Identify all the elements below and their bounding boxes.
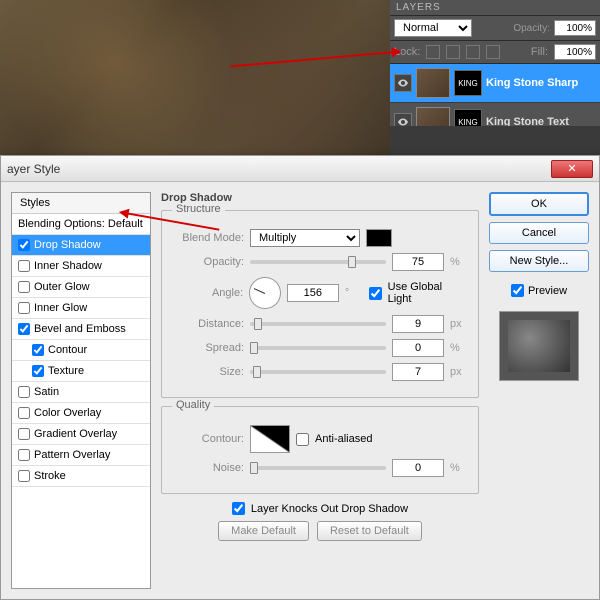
checkbox[interactable] <box>18 302 30 314</box>
checkbox[interactable] <box>18 449 30 461</box>
blend-mode-select[interactable]: Multiply <box>250 229 360 247</box>
blend-mode-select[interactable]: Normal <box>394 19 472 37</box>
lock-all-icon[interactable] <box>486 45 500 59</box>
noise-label: Noise: <box>172 462 244 474</box>
opacity-label: Opacity: <box>513 23 550 34</box>
style-satin[interactable]: Satin <box>12 382 150 403</box>
reset-default-button[interactable]: Reset to Default <box>317 521 422 541</box>
distance-input[interactable] <box>392 315 444 333</box>
checkbox[interactable] <box>18 323 30 335</box>
checkbox[interactable] <box>18 386 30 398</box>
dialog-titlebar[interactable]: ayer Style ✕ <box>1 156 599 182</box>
angle-label: Angle: <box>172 287 243 299</box>
distance-label: Distance: <box>172 318 244 330</box>
anti-aliased-checkbox[interactable] <box>296 433 309 446</box>
preview-thumbnail <box>499 311 579 381</box>
group-title: Quality <box>172 399 214 411</box>
close-button[interactable]: ✕ <box>551 160 593 178</box>
settings-panel: Drop Shadow Structure Blend Mode: Multip… <box>161 192 479 589</box>
lock-transparent-icon[interactable] <box>426 45 440 59</box>
angle-dial[interactable] <box>249 277 281 309</box>
blend-mode-label: Blend Mode: <box>172 232 244 244</box>
layer-fx-thumb: KING <box>454 70 482 96</box>
preview-checkbox[interactable] <box>511 284 524 297</box>
lock-paint-icon[interactable] <box>446 45 460 59</box>
layer-row-selected[interactable]: KING King Stone Sharp <box>390 64 600 103</box>
style-color-overlay[interactable]: Color Overlay <box>12 403 150 424</box>
rock-texture-background <box>0 0 390 160</box>
shadow-color-swatch[interactable] <box>366 229 392 247</box>
opacity-slider[interactable] <box>250 260 386 264</box>
close-icon: ✕ <box>567 162 576 175</box>
checkbox[interactable] <box>18 407 30 419</box>
blending-options-item[interactable]: Blending Options: Default <box>12 214 150 235</box>
checkbox[interactable] <box>18 239 30 251</box>
make-default-button[interactable]: Make Default <box>218 521 309 541</box>
style-drop-shadow[interactable]: Drop Shadow <box>12 235 150 256</box>
style-outer-glow[interactable]: Outer Glow <box>12 277 150 298</box>
layer-thumbnail[interactable] <box>416 68 450 98</box>
knockout-label: Layer Knocks Out Drop Shadow <box>251 503 408 515</box>
dialog-buttons: OK Cancel New Style... Preview <box>489 192 589 589</box>
opacity-label: Opacity: <box>172 256 244 268</box>
styles-list: Styles Blending Options: Default Drop Sh… <box>11 192 151 589</box>
size-input[interactable] <box>392 363 444 381</box>
style-pattern-overlay[interactable]: Pattern Overlay <box>12 445 150 466</box>
checkbox[interactable] <box>32 344 44 356</box>
quality-group: Quality Contour: Anti-aliased Noise: % <box>161 406 479 494</box>
structure-group: Structure Blend Mode: Multiply Opacity: … <box>161 210 479 398</box>
global-light-checkbox[interactable] <box>369 287 382 300</box>
style-texture[interactable]: Texture <box>12 361 150 382</box>
cancel-button[interactable]: Cancel <box>489 222 589 244</box>
checkbox[interactable] <box>18 470 30 482</box>
spread-label: Spread: <box>172 342 244 354</box>
style-bevel-emboss[interactable]: Bevel and Emboss <box>12 319 150 340</box>
contour-label: Contour: <box>172 433 244 445</box>
ok-button[interactable]: OK <box>489 192 589 216</box>
knockout-checkbox[interactable] <box>232 502 245 515</box>
layers-panel-header: LAYERS <box>390 0 600 16</box>
noise-slider[interactable] <box>250 466 386 470</box>
checkbox[interactable] <box>18 260 30 272</box>
opacity-input[interactable] <box>392 253 444 271</box>
visibility-eye-icon[interactable] <box>394 74 412 92</box>
distance-slider[interactable] <box>250 322 386 326</box>
lock-move-icon[interactable] <box>466 45 480 59</box>
style-inner-glow[interactable]: Inner Glow <box>12 298 150 319</box>
layers-panel: LAYERS Normal Opacity: Lock: Fill: KING … <box>390 0 600 142</box>
style-stroke[interactable]: Stroke <box>12 466 150 487</box>
opacity-input[interactable] <box>554 20 596 36</box>
layer-style-dialog: ayer Style ✕ Styles Blending Options: De… <box>0 155 600 600</box>
spread-slider[interactable] <box>250 346 386 350</box>
noise-input[interactable] <box>392 459 444 477</box>
style-inner-shadow[interactable]: Inner Shadow <box>12 256 150 277</box>
anti-aliased-label: Anti-aliased <box>315 433 372 445</box>
style-contour[interactable]: Contour <box>12 340 150 361</box>
style-gradient-overlay[interactable]: Gradient Overlay <box>12 424 150 445</box>
checkbox[interactable] <box>18 428 30 440</box>
checkbox[interactable] <box>18 281 30 293</box>
preview-label: Preview <box>528 285 567 297</box>
styles-header[interactable]: Styles <box>12 193 150 214</box>
contour-picker[interactable] <box>250 425 290 453</box>
dialog-title: ayer Style <box>7 162 60 176</box>
new-style-button[interactable]: New Style... <box>489 250 589 272</box>
layer-name[interactable]: King Stone Sharp <box>486 77 578 89</box>
fill-input[interactable] <box>554 44 596 60</box>
spread-input[interactable] <box>392 339 444 357</box>
global-light-label: Use Global Light <box>388 281 468 305</box>
angle-input[interactable] <box>287 284 339 302</box>
checkbox[interactable] <box>32 365 44 377</box>
fill-label: Fill: <box>531 46 548 58</box>
group-title: Structure <box>172 203 225 215</box>
size-label: Size: <box>172 366 244 378</box>
size-slider[interactable] <box>250 370 386 374</box>
